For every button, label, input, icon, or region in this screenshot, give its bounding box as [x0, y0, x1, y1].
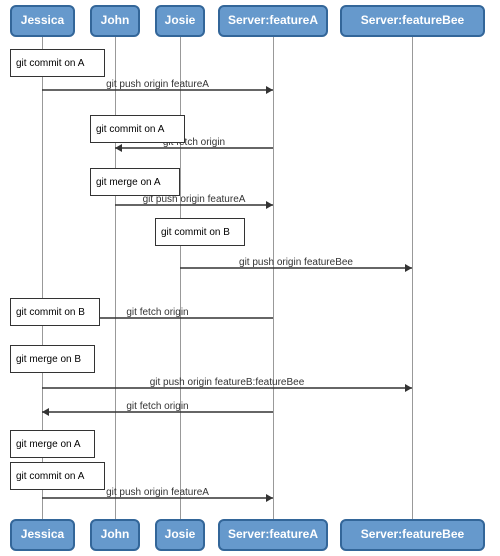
msg-box-mb7: git merge on A: [10, 430, 95, 458]
lifeline-serverBee_ll: [412, 37, 413, 519]
arrow-label-a4: git push origin featureBee: [239, 257, 353, 268]
msg-box-mb1: git commit on A: [10, 49, 105, 77]
arrow-a1: git push origin featureA: [42, 79, 273, 94]
arrow-a3: git push origin featureA: [115, 194, 273, 209]
actor-serverA: Server:featureA: [218, 5, 328, 37]
arrow-a6: git push origin featureB:featureBee: [42, 377, 412, 392]
msg-box-mb6: git merge on B: [10, 345, 95, 373]
actor-serverBee: Server:featureBee: [340, 5, 485, 37]
actor-jessica: Jessica: [10, 5, 75, 37]
actor-bottom-jessica_b: Jessica: [10, 519, 75, 551]
msg-box-mb2: git commit on A: [90, 115, 185, 143]
actor-bottom-serverA_b: Server:featureA: [218, 519, 328, 551]
lifeline-serverA_ll: [273, 37, 274, 519]
lifeline-josie_ll: [180, 37, 181, 519]
actor-john: John: [90, 5, 140, 37]
msg-box-mb5: git commit on B: [10, 298, 100, 326]
msg-box-mb4: git commit on B: [155, 218, 245, 246]
arrow-label-a1: git push origin featureA: [106, 79, 209, 90]
arrow-label-a6: git push origin featureB:featureBee: [150, 377, 305, 388]
actor-josie: Josie: [155, 5, 205, 37]
arrow-label-a8: git push origin featureA: [106, 487, 209, 498]
msg-box-mb8: git commit on A: [10, 462, 105, 490]
msg-box-mb3: git merge on A: [90, 168, 180, 196]
arrow-a4: git push origin featureBee: [180, 257, 412, 272]
lifeline-john_ll: [115, 37, 116, 519]
sequence-diagram: git push origin featureA git fetch origin…: [0, 0, 500, 556]
actor-bottom-john_b: John: [90, 519, 140, 551]
actor-bottom-serverBee_b: Server:featureBee: [340, 519, 485, 551]
actor-bottom-josie_b: Josie: [155, 519, 205, 551]
arrow-a7: git fetch origin: [42, 401, 273, 416]
